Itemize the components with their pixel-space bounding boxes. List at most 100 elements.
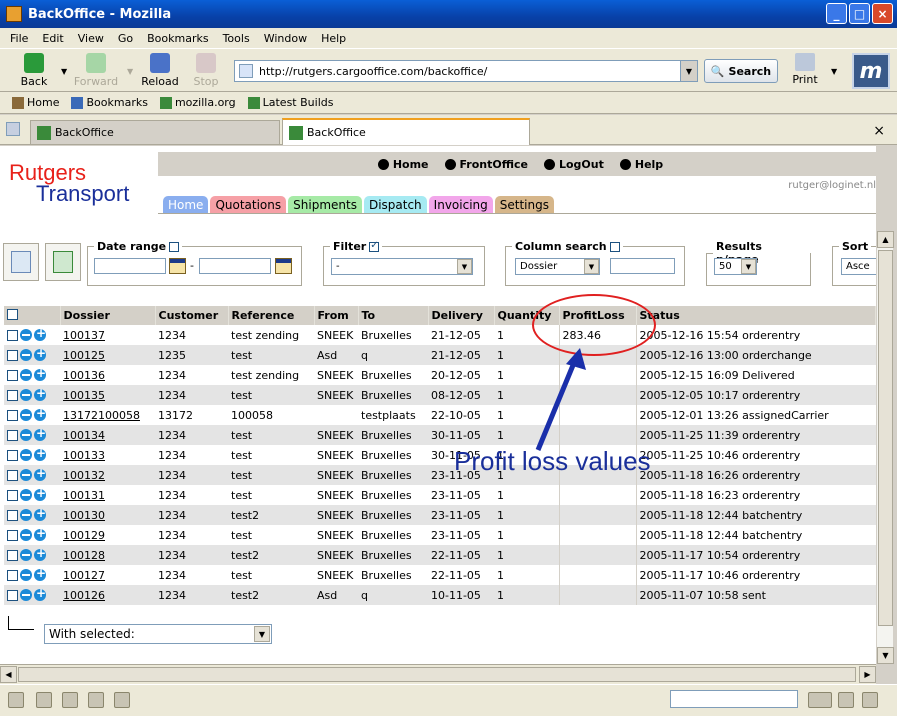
horizontal-scrollbar[interactable]: ◀ ▶	[0, 664, 876, 684]
print-button[interactable]: Print	[790, 53, 820, 86]
export-excel-button[interactable]	[45, 243, 81, 281]
edit-row-icon[interactable]	[20, 349, 32, 361]
add-row-icon[interactable]	[34, 546, 46, 561]
col-to[interactable]: To	[358, 306, 429, 325]
row-checkbox[interactable]	[7, 529, 18, 541]
close-icon[interactable]: ×	[872, 3, 893, 24]
topmenu-frontoffice[interactable]: FrontOffice	[444, 158, 528, 171]
mail-icon[interactable]	[36, 692, 52, 708]
row-checkbox[interactable]	[7, 469, 18, 481]
col-from[interactable]: From	[314, 306, 359, 325]
add-row-icon[interactable]	[34, 326, 46, 341]
url-text[interactable]: http://rutgers.cargooffice.com/backoffic…	[259, 65, 487, 78]
bookmark-mozilla[interactable]: mozilla.org	[159, 96, 236, 109]
maximize-icon[interactable]: □	[849, 3, 870, 24]
row-checkbox[interactable]	[7, 369, 18, 381]
minimize-icon[interactable]: _	[826, 3, 847, 24]
add-row-icon[interactable]	[34, 346, 46, 361]
print-dropdown-icon[interactable]: ▼	[831, 67, 837, 76]
forward-button[interactable]: Forward	[72, 51, 120, 91]
column-search-checkbox[interactable]	[609, 241, 620, 252]
row-checkbox[interactable]	[7, 509, 18, 521]
edit-row-icon[interactable]	[20, 589, 32, 601]
stop-button[interactable]: Stop	[182, 51, 230, 91]
date-from-input[interactable]	[94, 258, 166, 274]
dossier-link[interactable]: 100128	[63, 549, 105, 562]
edit-row-icon[interactable]	[20, 369, 32, 381]
menu-tools[interactable]: Tools	[223, 32, 250, 45]
tab-backoffice-1[interactable]: BackOffice	[30, 120, 280, 144]
row-checkbox[interactable]	[7, 549, 18, 561]
app-tab-settings[interactable]: Settings	[494, 196, 554, 214]
select-all-checkbox[interactable]	[7, 308, 18, 320]
tab-list-icon[interactable]	[6, 122, 20, 136]
app-tab-shipments[interactable]: Shipments	[288, 196, 362, 214]
topmenu-help[interactable]: Help	[619, 158, 663, 171]
edit-row-icon[interactable]	[20, 469, 32, 481]
row-checkbox[interactable]	[7, 569, 18, 581]
with-selected-dropdown[interactable]: With selected: ▼	[44, 624, 272, 644]
add-row-icon[interactable]	[34, 566, 46, 581]
edit-row-icon[interactable]	[20, 549, 32, 561]
col-dossier[interactable]: Dossier	[60, 306, 156, 325]
menu-bookmarks[interactable]: Bookmarks	[147, 32, 208, 45]
url-bar[interactable]: http://rutgers.cargooffice.com/backoffic…	[234, 60, 698, 82]
dossier-link[interactable]: 100130	[63, 509, 105, 522]
composer-icon[interactable]	[62, 692, 78, 708]
col-status[interactable]: Status	[636, 306, 876, 325]
dossier-link[interactable]: 100126	[63, 589, 105, 602]
dossier-link[interactable]: 100134	[63, 429, 105, 442]
forward-dropdown-icon[interactable]: ▼	[127, 67, 133, 76]
add-row-icon[interactable]	[34, 586, 46, 601]
calendar-icon[interactable]	[275, 258, 292, 274]
app-tab-invoicing[interactable]: Invoicing	[428, 196, 493, 214]
calendar-icon[interactable]	[169, 258, 186, 274]
navigator-icon[interactable]	[8, 692, 24, 708]
dossier-link[interactable]: 100127	[63, 569, 105, 582]
row-checkbox[interactable]	[7, 329, 18, 341]
dossier-link[interactable]: 100129	[63, 529, 105, 542]
dossier-link[interactable]: 100125	[63, 349, 105, 362]
edit-row-icon[interactable]	[20, 509, 32, 521]
dossier-link[interactable]: 100132	[63, 469, 105, 482]
edit-row-icon[interactable]	[20, 409, 32, 421]
bookmark-bookmarks[interactable]: Bookmarks	[71, 96, 148, 109]
scroll-down-icon[interactable]: ▼	[877, 647, 894, 664]
row-checkbox[interactable]	[7, 449, 18, 461]
chatzilla-icon[interactable]	[114, 692, 130, 708]
add-row-icon[interactable]	[34, 426, 46, 441]
dossier-link[interactable]: 100137	[63, 329, 105, 342]
filter-checkbox[interactable]	[369, 240, 380, 252]
edit-row-icon[interactable]	[20, 449, 32, 461]
app-tab-dispatch[interactable]: Dispatch	[363, 196, 427, 214]
scroll-up-icon[interactable]: ▲	[877, 231, 894, 248]
menu-window[interactable]: Window	[264, 32, 307, 45]
results-per-page-select[interactable]: 50 ▼	[714, 258, 757, 275]
reload-button[interactable]: Reload	[136, 51, 184, 91]
add-row-icon[interactable]	[34, 486, 46, 501]
add-row-icon[interactable]	[34, 446, 46, 461]
close-tab-icon[interactable]: ×	[873, 123, 885, 139]
menu-view[interactable]: View	[78, 32, 104, 45]
add-row-icon[interactable]	[34, 366, 46, 381]
column-search-input[interactable]	[610, 258, 675, 274]
add-row-icon[interactable]	[34, 506, 46, 521]
address-book-icon[interactable]	[88, 692, 104, 708]
row-checkbox[interactable]	[7, 389, 18, 401]
scroll-right-icon[interactable]: ▶	[859, 666, 876, 683]
vertical-scrollbar[interactable]: ▲ ▼	[876, 231, 894, 664]
row-checkbox[interactable]	[7, 429, 18, 441]
menu-file[interactable]: File	[10, 32, 28, 45]
scroll-thumb[interactable]	[878, 250, 893, 626]
app-tab-quotations[interactable]: Quotations	[210, 196, 287, 214]
tab-backoffice-2[interactable]: BackOffice	[282, 118, 530, 145]
edit-row-icon[interactable]	[20, 389, 32, 401]
edit-row-icon[interactable]	[20, 569, 32, 581]
row-checkbox[interactable]	[7, 349, 18, 361]
bookmark-home[interactable]: Home	[12, 96, 59, 109]
dossier-link[interactable]: 100135	[63, 389, 105, 402]
app-tab-home[interactable]: Home	[163, 196, 209, 214]
bookmark-latest-builds[interactable]: Latest Builds	[247, 96, 333, 109]
row-checkbox[interactable]	[7, 489, 18, 501]
scroll-left-icon[interactable]: ◀	[0, 666, 17, 683]
